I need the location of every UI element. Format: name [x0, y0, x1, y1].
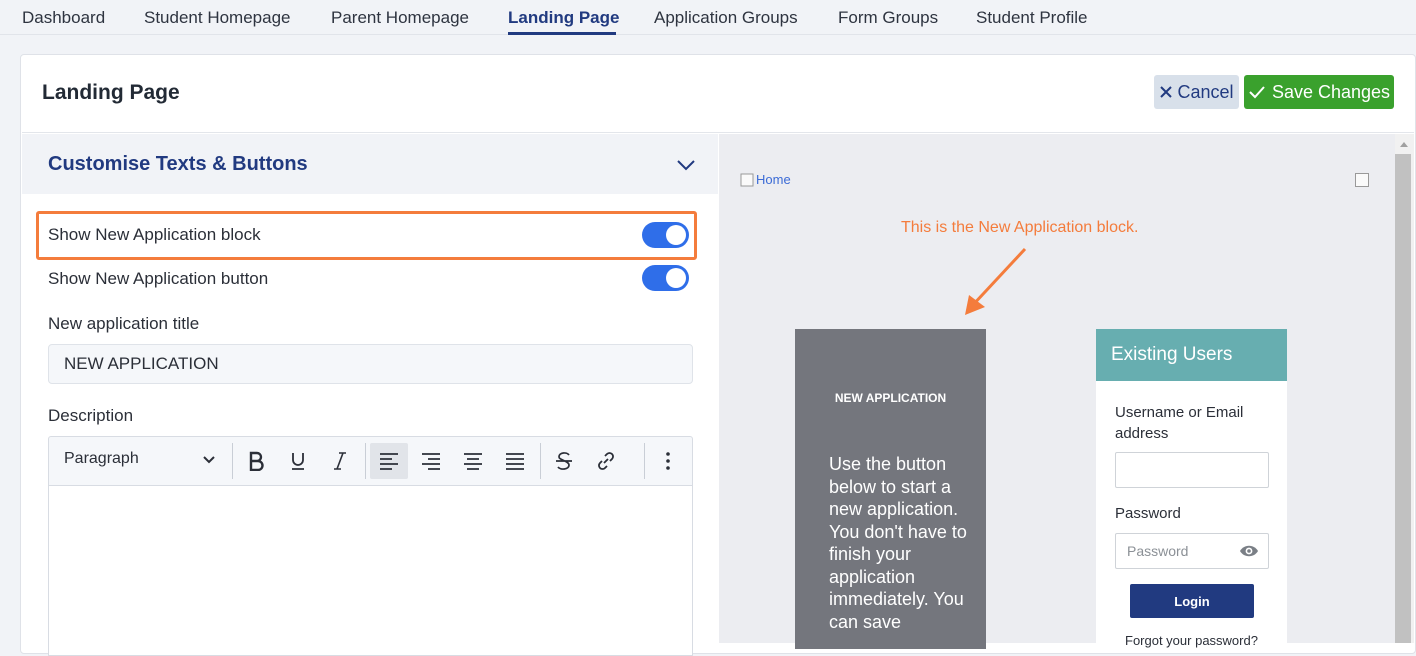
broken-image-icon	[740, 173, 754, 186]
align-center-icon	[464, 453, 482, 470]
active-tab-indicator	[508, 32, 616, 35]
page-title: Landing Page	[42, 81, 180, 104]
cancel-label: Cancel	[1177, 81, 1234, 102]
username-input[interactable]	[1115, 452, 1269, 488]
eye-icon[interactable]	[1239, 543, 1259, 559]
annotation-arrow-icon	[965, 247, 1027, 315]
link-button[interactable]	[587, 443, 625, 479]
save-changes-button[interactable]: Save Changes	[1244, 75, 1394, 109]
link-icon	[598, 452, 614, 470]
strikethrough-icon	[556, 452, 572, 470]
strikethrough-button[interactable]	[545, 443, 583, 479]
section-title: Customise Texts & Buttons	[48, 153, 308, 175]
toolbar-separator	[232, 443, 233, 479]
existing-users-title: Existing Users	[1111, 344, 1233, 365]
block-format-select[interactable]: Paragraph	[64, 450, 139, 468]
align-center-button[interactable]	[454, 443, 492, 479]
show-button-label: Show New Application button	[48, 269, 269, 288]
more-vertical-icon	[666, 452, 670, 470]
align-justify-button[interactable]	[496, 443, 534, 479]
toolbar-separator	[365, 443, 366, 479]
underline-icon	[292, 453, 304, 470]
annotation-text: This is the New Application block.	[901, 219, 1139, 236]
show-block-label: Show New Application block	[48, 225, 261, 244]
tab-student-profile[interactable]: Student Profile	[976, 8, 1088, 28]
italic-icon	[334, 452, 346, 470]
header-divider	[22, 132, 1414, 133]
scroll-up-arrow-icon[interactable]	[1399, 140, 1409, 148]
scrollbar-thumb[interactable]	[1395, 154, 1411, 643]
new-application-title: NEW APPLICATION	[834, 391, 947, 405]
username-label: Username or Email address	[1115, 404, 1244, 442]
toolbar-separator	[644, 443, 645, 479]
broken-image-icon	[1355, 173, 1369, 187]
home-link-alt: Home	[756, 172, 791, 187]
password-label: Password	[1115, 505, 1181, 522]
show-button-toggle[interactable]	[642, 265, 689, 291]
description-editor[interactable]	[48, 486, 693, 656]
app-title-input[interactable]: NEW APPLICATION	[48, 344, 693, 384]
bold-icon	[249, 451, 264, 471]
password-placeholder: Password	[1127, 543, 1189, 559]
toolbar-separator	[540, 443, 541, 479]
forgot-password-link[interactable]: Forgot your password?	[1125, 633, 1258, 648]
align-right-icon	[422, 453, 440, 470]
cancel-button[interactable]: Cancel	[1154, 75, 1239, 109]
underline-button[interactable]	[279, 443, 317, 479]
bold-button[interactable]	[237, 443, 275, 479]
tab-dashboard[interactable]: Dashboard	[22, 8, 105, 28]
close-icon	[1160, 86, 1173, 98]
italic-button[interactable]	[321, 443, 359, 479]
login-button[interactable]: Login	[1130, 584, 1254, 618]
align-left-icon	[380, 453, 398, 470]
chevron-down-icon[interactable]	[202, 455, 216, 465]
save-label: Save Changes	[1271, 81, 1391, 102]
toggle-knob	[666, 225, 686, 245]
app-title-label: New application title	[48, 314, 200, 333]
toggle-knob	[666, 268, 686, 288]
description-label: Description	[48, 406, 134, 425]
new-application-description: Use the button below to start a new appl…	[829, 454, 967, 632]
more-options-button[interactable]	[649, 443, 687, 479]
tab-form-groups[interactable]: Form Groups	[838, 8, 938, 28]
align-justify-icon	[506, 453, 524, 470]
show-block-toggle[interactable]	[642, 222, 689, 248]
tab-student-homepage[interactable]: Student Homepage	[144, 8, 291, 28]
check-icon	[1249, 86, 1265, 99]
top-navigation: Dashboard Student Homepage Parent Homepa…	[0, 0, 1416, 35]
tab-parent-homepage[interactable]: Parent Homepage	[331, 8, 469, 28]
tab-landing-page[interactable]: Landing Page	[508, 8, 619, 28]
align-left-button[interactable]	[370, 443, 408, 479]
chevron-down-icon[interactable]	[676, 158, 696, 172]
tab-application-groups[interactable]: Application Groups	[654, 8, 798, 28]
align-right-button[interactable]	[412, 443, 450, 479]
home-logo-link[interactable]: Home	[740, 172, 791, 187]
